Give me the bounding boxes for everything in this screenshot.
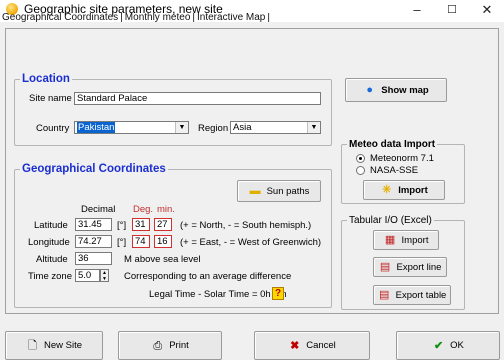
latitude-decimal-input[interactable]: 31.45 [75, 218, 112, 231]
new-site-label: New Site [43, 340, 82, 351]
tab-strip: Geographical Coordinates | Monthly meteo | I… [0, 13, 270, 23]
sun-paths-button[interactable]: ▬ Sun paths [237, 180, 321, 202]
show-map-label: Show map [381, 84, 429, 96]
chevron-down-icon: ▼ [175, 122, 188, 133]
decimal-header: Decimal [81, 204, 116, 215]
ok-label: OK [450, 340, 464, 351]
help-icon[interactable]: ? [272, 287, 284, 300]
longitude-hint: (+ = East, - = West of Greenwich) [180, 237, 322, 248]
export-table-button[interactable]: ▤ Export table [373, 285, 451, 305]
cancel-icon: ✖ [290, 339, 300, 352]
new-document-icon: 🗋 [28, 339, 37, 352]
tabular-import-button[interactable]: ▦ Import [373, 230, 439, 250]
tab-interactive-map[interactable]: Interactive Map [195, 13, 267, 23]
latitude-deg-input[interactable]: 31 [132, 218, 150, 231]
checkmark-icon: ✔ [434, 339, 444, 352]
print-button[interactable]: ⎙ Print [118, 331, 222, 360]
latitude-unit: [°] [117, 220, 127, 231]
meteo-import-button[interactable]: ✳ Import [363, 180, 445, 200]
nasa-sse-radio[interactable] [356, 166, 365, 175]
meteonorm-label: Meteonorm 7.1 [370, 153, 434, 164]
printer-icon: ⎙ [153, 339, 163, 352]
site-name-label: Site name [29, 93, 72, 104]
min-header: min. [157, 204, 175, 215]
sun-path-icon: ▬ [249, 185, 261, 197]
new-site-button[interactable]: 🗋 New Site [5, 331, 103, 360]
region-select[interactable]: Asia ▼ [230, 121, 321, 134]
longitude-unit: [°] [117, 237, 127, 248]
longitude-label: Longitude [28, 237, 70, 248]
region-value: Asia [233, 122, 252, 133]
longitude-min-input[interactable]: 16 [154, 235, 172, 248]
latitude-hint: (+ = North, - = South hemisph.) [180, 220, 312, 231]
legal-time-text: Legal Time - Solar Time = 0h 3m [149, 289, 287, 300]
location-group-title: Location [20, 73, 72, 86]
globe-icon: ● [366, 84, 374, 96]
region-label: Region [198, 123, 229, 134]
chevron-down-icon[interactable]: ▼ [101, 276, 108, 282]
ok-button[interactable]: ✔ OK [396, 331, 500, 360]
altitude-hint: M above sea level [124, 254, 201, 265]
meteonorm-radio[interactable] [356, 154, 365, 163]
country-label: Country [36, 123, 70, 134]
timezone-stepper[interactable]: ▲ ▼ [100, 269, 109, 282]
tabular-io-title: Tabular I/O (Excel) [347, 214, 434, 227]
sun-paths-label: Sun paths [266, 185, 310, 197]
export-line-label: Export line [396, 261, 442, 273]
location-group [14, 79, 332, 146]
export-table-label: Export table [395, 289, 447, 301]
tab-monthly-meteo[interactable]: Monthly meteo [123, 13, 193, 23]
sparkle-icon: ✳ [382, 184, 392, 196]
country-select[interactable]: Pakistan ▼ [74, 121, 189, 134]
timezone-label: Time zone [28, 271, 72, 282]
longitude-deg-input[interactable]: 74 [132, 235, 150, 248]
table-import-icon: ▦ [384, 234, 396, 246]
dialog-window: Geographic site parameters, new site – ☐… [0, 0, 504, 360]
latitude-min-input[interactable]: 27 [154, 218, 172, 231]
altitude-input[interactable]: 36 [75, 252, 112, 265]
export-icon: ▤ [378, 289, 390, 301]
cancel-button[interactable]: ✖ Cancel [254, 331, 370, 360]
longitude-decimal-input[interactable]: 74.27 [75, 235, 112, 248]
tab-geographical-coordinates[interactable]: Geographical Coordinates [0, 13, 120, 23]
tabular-import-label: Import [401, 234, 429, 246]
site-name-input[interactable]: Standard Palace [74, 92, 321, 105]
meteo-import-label: Import [398, 184, 428, 196]
export-line-button[interactable]: ▤ Export line [373, 257, 447, 277]
timezone-input[interactable]: 5.0 [75, 269, 100, 282]
geo-group-title: Geographical Coordinates [20, 163, 168, 176]
timezone-hint: Corresponding to an average difference [124, 271, 292, 282]
chevron-down-icon: ▼ [307, 122, 320, 133]
altitude-label: Altitude [36, 254, 68, 265]
meteo-import-title: Meteo data Import [347, 138, 438, 151]
export-icon: ▤ [379, 261, 391, 273]
deg-header: Deg. [133, 204, 154, 215]
print-label: Print [169, 340, 189, 351]
show-map-button[interactable]: ● Show map [345, 78, 447, 102]
latitude-label: Latitude [34, 220, 68, 231]
country-value: Pakistan [77, 122, 116, 133]
cancel-label: Cancel [306, 340, 336, 351]
nasa-sse-label: NASA-SSE [370, 165, 419, 176]
